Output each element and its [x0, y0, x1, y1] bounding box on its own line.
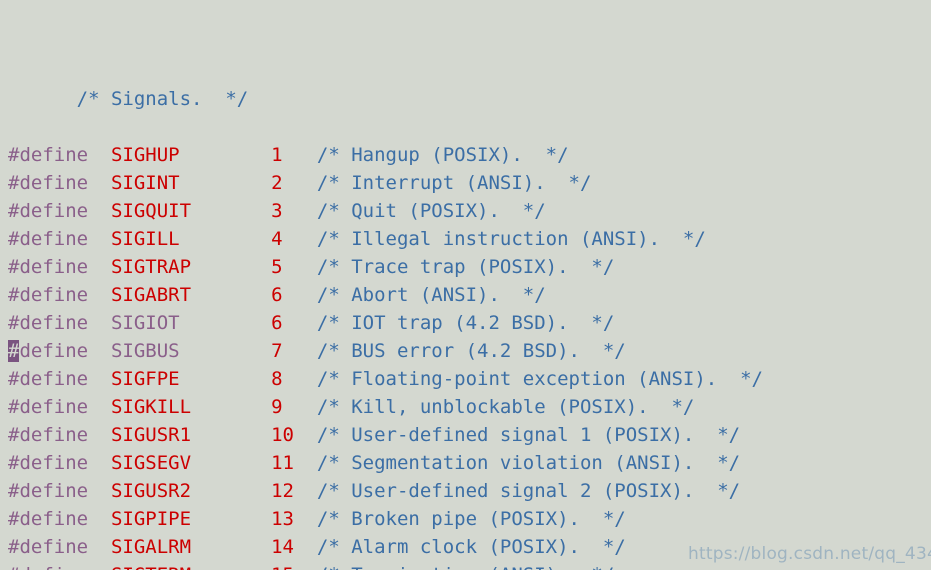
macro-name[interactable]: SIGINT: [111, 172, 271, 194]
signal-number: 8: [271, 368, 317, 390]
line-comment: /* User-defined signal 1 (POSIX). */: [316, 424, 741, 446]
code-lines-host: #define SIGHUP 1 /* Hangup (POSIX). */#d…: [8, 141, 774, 570]
define-directive: #define: [8, 256, 111, 278]
code-line[interactable]: #define SIGFPE 8 /* Floating-point excep…: [8, 365, 774, 393]
define-directive: #define: [8, 284, 111, 306]
signal-number: 4: [271, 228, 317, 250]
code-line-header: /* Signals. */: [8, 57, 774, 110]
signal-number: 13: [271, 508, 317, 530]
line-comment: /* Alarm clock (POSIX). */: [316, 536, 626, 558]
signal-number: 9: [271, 396, 317, 418]
line-comment: /* Broken pipe (POSIX). */: [316, 508, 626, 530]
code-line[interactable]: #define SIGUSR1 10 /* User-defined signa…: [8, 421, 774, 449]
signal-number: 7: [271, 340, 317, 362]
line-comment: /* Abort (ANSI). */: [316, 284, 546, 306]
line-comment: /* Floating-point exception (ANSI). */: [316, 368, 763, 390]
macro-name[interactable]: SIGTERM: [111, 564, 271, 570]
code-viewer: /* Signals. */ #define SIGHUP 1 /* Hangu…: [0, 0, 931, 570]
code-line[interactable]: #define SIGINT 2 /* Interrupt (ANSI). */: [8, 169, 774, 197]
line-comment: /* Illegal instruction (ANSI). */: [316, 228, 706, 250]
code-line[interactable]: #define SIGALRM 14 /* Alarm clock (POSIX…: [8, 533, 774, 561]
macro-name[interactable]: SIGIOT: [111, 312, 271, 334]
macro-name[interactable]: SIGTRAP: [111, 256, 271, 278]
macro-name[interactable]: SIGQUIT: [111, 200, 271, 222]
code-line[interactable]: #define SIGBUS 7 /* BUS error (4.2 BSD).…: [8, 337, 774, 365]
line-comment: /* User-defined signal 2 (POSIX). */: [316, 480, 741, 502]
signal-number: 6: [271, 284, 317, 306]
code-line[interactable]: #define SIGHUP 1 /* Hangup (POSIX). */: [8, 141, 774, 169]
signal-number: 15: [271, 564, 317, 570]
macro-name[interactable]: SIGUSR1: [111, 424, 271, 446]
signal-number: 11: [271, 452, 317, 474]
define-directive: #define: [8, 200, 111, 222]
text-cursor: #: [8, 340, 20, 362]
line-comment: /* Quit (POSIX). */: [316, 200, 546, 222]
define-directive: #define: [8, 536, 111, 558]
code-line[interactable]: #define SIGQUIT 3 /* Quit (POSIX). */: [8, 197, 774, 225]
macro-name[interactable]: SIGPIPE: [111, 508, 271, 530]
line-comment: /* BUS error (4.2 BSD). */: [316, 340, 626, 362]
signal-number: 6: [271, 312, 317, 334]
macro-name[interactable]: SIGABRT: [111, 284, 271, 306]
code-listing[interactable]: /* Signals. */ #define SIGHUP 1 /* Hangu…: [8, 1, 774, 570]
define-directive: #define: [8, 424, 111, 446]
code-line[interactable]: #define SIGTERM 15 /* Termination (ANSI)…: [8, 561, 774, 570]
define-directive: #define: [8, 144, 111, 166]
code-line[interactable]: #define SIGTRAP 5 /* Trace trap (POSIX).…: [8, 253, 774, 281]
macro-name[interactable]: SIGHUP: [111, 144, 271, 166]
line-comment: /* Interrupt (ANSI). */: [316, 172, 592, 194]
code-line[interactable]: #define SIGIOT 6 /* IOT trap (4.2 BSD). …: [8, 309, 774, 337]
define-directive: #define: [8, 368, 111, 390]
macro-name[interactable]: SIGSEGV: [111, 452, 271, 474]
signal-number: 10: [271, 424, 317, 446]
code-line[interactable]: #define SIGABRT 6 /* Abort (ANSI). */: [8, 281, 774, 309]
define-directive: #define: [8, 396, 111, 418]
define-directive: #define: [8, 480, 111, 502]
macro-name[interactable]: SIGILL: [111, 228, 271, 250]
macro-name[interactable]: SIGBUS: [111, 340, 271, 362]
signal-number: 2: [271, 172, 317, 194]
signal-number: 1: [271, 144, 317, 166]
line-comment: /* Trace trap (POSIX). */: [316, 256, 615, 278]
code-line[interactable]: #define SIGKILL 9 /* Kill, unblockable (…: [8, 393, 774, 421]
code-line[interactable]: #define SIGILL 4 /* Illegal instruction …: [8, 225, 774, 253]
macro-name[interactable]: SIGKILL: [111, 396, 271, 418]
code-line[interactable]: #define SIGUSR2 12 /* User-defined signa…: [8, 477, 774, 505]
define-directive: #define: [8, 508, 111, 530]
line-comment: /* Termination (ANSI). */: [317, 564, 614, 570]
define-directive: #define: [8, 228, 111, 250]
macro-name[interactable]: SIGALRM: [111, 536, 271, 558]
header-comment: /* Signals. */: [76, 88, 249, 110]
line-comment: /* Kill, unblockable (POSIX). */: [316, 396, 695, 418]
define-directive: #define: [8, 312, 111, 334]
signal-number: 12: [271, 480, 317, 502]
macro-name[interactable]: SIGUSR2: [111, 480, 271, 502]
signal-number: 14: [271, 536, 317, 558]
signal-number: 5: [271, 256, 317, 278]
define-directive: define: [19, 340, 111, 362]
code-line[interactable]: #define SIGPIPE 13 /* Broken pipe (POSIX…: [8, 505, 774, 533]
define-directive: #define: [8, 564, 111, 570]
line-comment: /* Segmentation violation (ANSI). */: [316, 452, 741, 474]
macro-name[interactable]: SIGFPE: [111, 368, 271, 390]
line-comment: /* Hangup (POSIX). */: [316, 144, 569, 166]
line-comment: /* IOT trap (4.2 BSD). */: [316, 312, 615, 334]
code-line[interactable]: #define SIGSEGV 11 /* Segmentation viola…: [8, 449, 774, 477]
signal-number: 3: [271, 200, 317, 222]
define-directive: #define: [8, 172, 111, 194]
define-directive: #define: [8, 452, 111, 474]
